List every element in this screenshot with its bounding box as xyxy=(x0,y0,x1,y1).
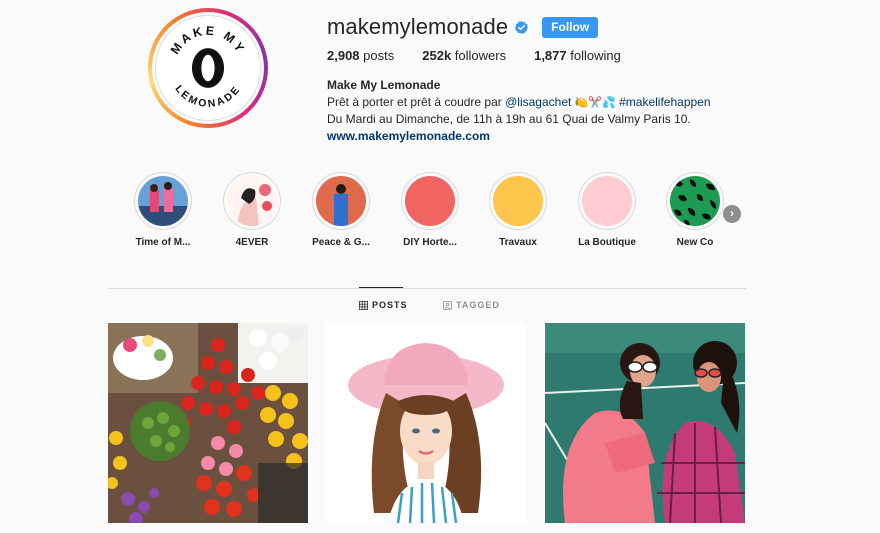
highlight-label: DIY Horte... xyxy=(403,237,457,248)
profile-stats: 2,908 posts 252k followers 1,877 followi… xyxy=(327,48,649,63)
posts-label: posts xyxy=(363,48,395,63)
grid-icon xyxy=(359,300,368,310)
following-label: following xyxy=(570,48,621,63)
username-row: makemylemonade Follow xyxy=(327,14,599,40)
tab-posts[interactable]: POSTS xyxy=(359,300,408,310)
verified-badge-icon xyxy=(515,20,529,34)
highlight-ring xyxy=(134,172,192,230)
tag-icon xyxy=(443,300,452,310)
highlight-label: Travaux xyxy=(499,237,537,248)
post-thumbnail-illustration[interactable] xyxy=(326,323,526,523)
highlight-ring xyxy=(578,172,636,230)
bio-full-name: Make My Lemonade xyxy=(327,78,441,92)
bio-website-link[interactable]: www.makemylemonade.com xyxy=(327,129,490,143)
highlight-thumbnail xyxy=(493,176,543,226)
posts-stat: 2,908 posts xyxy=(327,48,394,63)
bio-line-1-text: Prêt à porter et prêt à coudre par xyxy=(327,94,506,109)
tab-posts-label: POSTS xyxy=(372,300,408,310)
highlight-diy-horte[interactable]: DIY Horte... xyxy=(390,172,470,248)
followers-stat[interactable]: 252k followers xyxy=(422,48,506,63)
highlight-4ever[interactable]: 4EVER xyxy=(212,172,292,248)
chevron-right-icon[interactable]: › xyxy=(723,205,741,223)
highlight-la-boutique[interactable]: La Boutique xyxy=(567,172,647,248)
highlight-label: Time of M... xyxy=(135,237,191,248)
highlight-thumbnail xyxy=(227,176,277,226)
highlight-ring xyxy=(312,172,370,230)
posts-count: 2,908 xyxy=(327,48,360,63)
highlight-label: New Co xyxy=(676,237,714,248)
highlight-ring xyxy=(666,172,724,230)
post-image xyxy=(545,323,745,523)
highlight-thumbnail xyxy=(138,176,188,226)
highlight-label: 4EVER xyxy=(235,237,269,248)
highlight-ring xyxy=(489,172,547,230)
highlight-label: La Boutique xyxy=(578,237,636,248)
highlight-travaux[interactable]: Travaux xyxy=(478,172,558,248)
highlight-peace-and-g[interactable]: Peace & G... xyxy=(301,172,381,248)
followers-count: 252k xyxy=(422,48,452,63)
followers-label: followers xyxy=(454,48,507,63)
highlight-thumbnail xyxy=(670,176,720,226)
follow-button[interactable]: Follow xyxy=(542,16,599,38)
story-highlights: Time of M... 4EVER Peace & G... DIY Hort… xyxy=(128,172,748,257)
active-tab-indicator xyxy=(359,287,403,288)
following-count: 1,877 xyxy=(534,48,567,63)
avatar-gap: MAKE MY LEMONADE xyxy=(152,12,264,124)
bio-line-2: Du Mardi au Dimanche, de 11h à 19h au 61… xyxy=(327,112,691,126)
avatar-image: MAKE MY LEMONADE xyxy=(155,15,261,121)
profile-avatar[interactable]: MAKE MY LEMONADE xyxy=(148,8,268,128)
post-thumbnail-two-women[interactable] xyxy=(545,323,745,523)
highlight-thumbnail xyxy=(582,176,632,226)
bio-hashtag-link[interactable]: #makelifehappen xyxy=(619,95,710,109)
highlight-time-of-m[interactable]: Time of M... xyxy=(123,172,203,248)
make-my-lemonade-logo: MAKE MY LEMONADE xyxy=(168,24,246,110)
post-image xyxy=(326,323,526,523)
bio-mention-link[interactable]: @lisagachet xyxy=(505,95,571,109)
post-image xyxy=(108,323,308,523)
bio-line-1: Prêt à porter et prêt à coudre par @lisa… xyxy=(327,94,711,112)
profile-username: makemylemonade xyxy=(327,14,509,39)
tab-tagged-label: TAGGED xyxy=(456,300,500,310)
profile-bio: Make My Lemonade Prêt à porter et prêt à… xyxy=(327,77,711,144)
highlight-ring xyxy=(401,172,459,230)
highlight-label: Peace & G... xyxy=(312,237,370,248)
tab-tagged[interactable]: TAGGED xyxy=(443,300,500,310)
bio-emojis: 🍋✂️💦 xyxy=(574,95,616,109)
highlight-ring xyxy=(223,172,281,230)
post-thumbnail-flowers[interactable] xyxy=(108,323,308,523)
following-stat[interactable]: 1,877 following xyxy=(534,48,621,63)
highlight-thumbnail xyxy=(405,176,455,226)
tabs-divider xyxy=(108,288,746,289)
highlight-thumbnail xyxy=(316,176,366,226)
